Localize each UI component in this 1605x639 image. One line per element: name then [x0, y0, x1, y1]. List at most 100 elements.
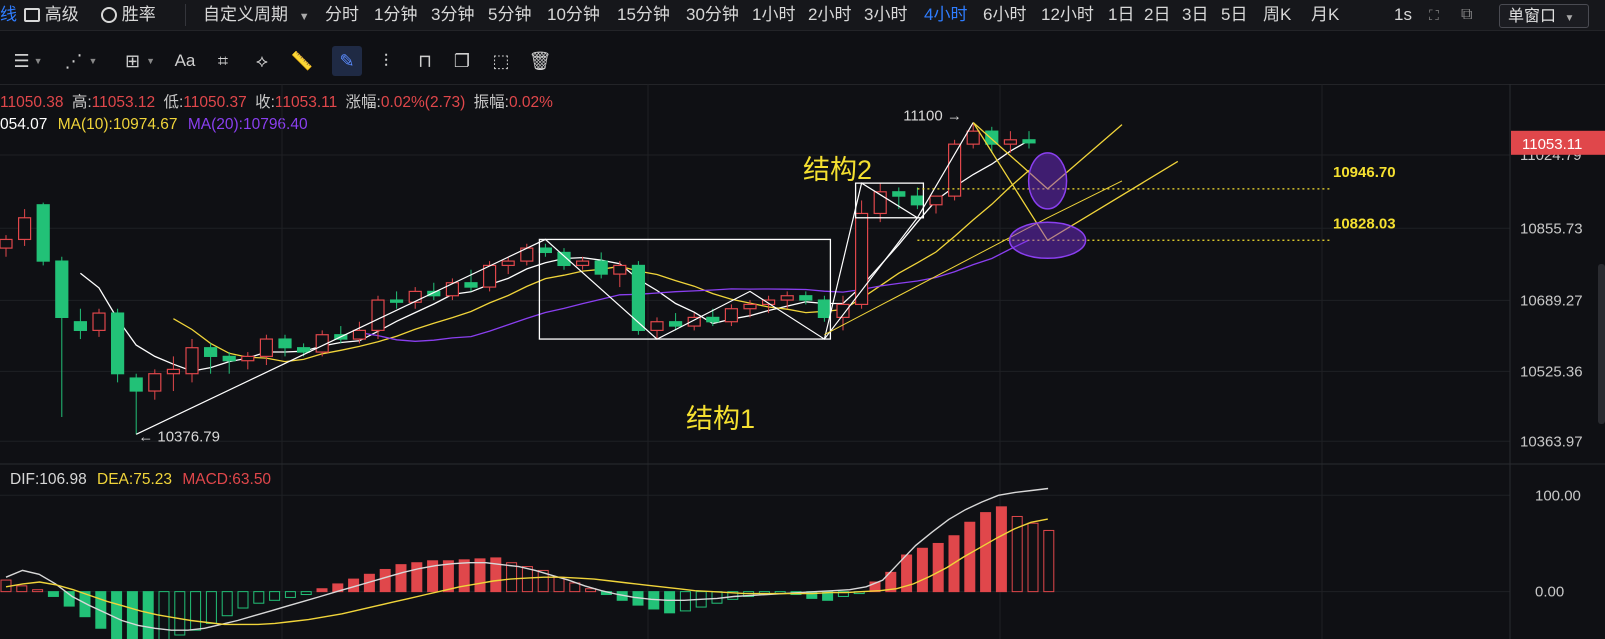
trash-icon[interactable]: 🗑 — [525, 46, 555, 76]
macd-bar — [32, 589, 44, 593]
macd-bar — [205, 591, 217, 624]
custom-period-dropdown[interactable]: 自定义周期 ▼ — [203, 0, 310, 30]
candle-body — [613, 264, 627, 275]
popout-icon[interactable]: ⧉ — [1461, 0, 1472, 30]
macd-bar — [980, 512, 992, 593]
price-tick-1: 10855.73 — [1520, 220, 1583, 237]
current-price-text: 11053.11 — [1522, 136, 1582, 153]
macd-bar — [916, 547, 928, 593]
macd-bar — [221, 591, 233, 617]
macd-bar — [964, 521, 976, 593]
line-mode-tab[interactable]: 线 — [0, 0, 17, 30]
period-tab-1[interactable]: 1分钟 — [374, 0, 417, 30]
trendline-tool-icon[interactable]: ⋰ ▼ — [58, 46, 104, 76]
copy-icon[interactable]: ❐ — [447, 46, 477, 76]
candle-body — [408, 290, 422, 303]
window-mode-label: 单窗口 — [1508, 8, 1557, 25]
price-tick-4: 10363.97 — [1520, 433, 1583, 450]
price-chart[interactable]: 10946.7010828.03结构1结构2← 10376.7911100 → … — [0, 84, 1605, 639]
candle-body — [594, 260, 608, 275]
candlesticks — [0, 122, 1036, 435]
ruler-tool-icon[interactable]: 📏 — [287, 46, 317, 76]
period-tab-8[interactable]: 2小时 — [808, 0, 851, 30]
candle-body — [259, 338, 273, 357]
period-tab-7[interactable]: 1小时 — [752, 0, 795, 30]
macd-bar — [379, 568, 391, 593]
pattern-tool-icon[interactable]: ⌗ — [208, 46, 238, 76]
macd-bar — [174, 591, 186, 636]
period-tab-4[interactable]: 10分钟 — [547, 0, 600, 30]
low-price-marker: ← 10376.79 — [138, 429, 220, 446]
advanced-button[interactable]: 高级 — [24, 0, 79, 30]
macd-bar — [253, 591, 265, 604]
price-tick-2: 10689.27 — [1520, 292, 1583, 309]
period-tab-18[interactable]: 月K — [1311, 0, 1339, 30]
period-tab-5[interactable]: 15分钟 — [617, 0, 670, 30]
candle-body — [445, 282, 459, 297]
target-ellipse-1 — [1027, 152, 1068, 210]
text-tool-icon[interactable]: Aa — [170, 46, 200, 76]
period-tab-9[interactable]: 3小时 — [864, 0, 907, 30]
window-mode-select[interactable]: 单窗口 ▼ — [1499, 4, 1589, 28]
candle-body — [0, 238, 13, 249]
structure1-label: 结构1 — [686, 404, 755, 434]
period-tab-3[interactable]: 5分钟 — [488, 0, 531, 30]
user-drawings: 10946.70 10828.03 结构1 结构2 ← 10376.79 11100 → — [135, 107, 1396, 446]
macd-bar — [995, 506, 1007, 593]
indicator-settings-icon[interactable]: ☰ ▼ — [6, 46, 50, 76]
advanced-label: 高级 — [44, 5, 79, 24]
chevron-down-icon: ▼ — [1564, 13, 1575, 24]
layout-tool-icon[interactable]: ⊞ ▼ — [118, 46, 162, 76]
candle-body — [371, 299, 385, 331]
candle-style-icon[interactable]: ⫶ — [371, 46, 401, 76]
period-tab-14[interactable]: 2日 — [1144, 0, 1170, 30]
candle-body — [352, 329, 366, 340]
candle-body — [1003, 139, 1018, 145]
period-tab-11[interactable]: 6小时 — [983, 0, 1026, 30]
period-tab-2[interactable]: 3分钟 — [431, 0, 474, 30]
macd-bar — [284, 591, 296, 598]
period-tab-16[interactable]: 5日 — [1221, 0, 1247, 30]
candle-body — [390, 299, 404, 303]
candle-body — [18, 217, 32, 241]
macd-bar — [679, 591, 691, 612]
period-tab-10[interactable]: 4小时 — [924, 0, 967, 30]
candle-body — [724, 308, 739, 323]
candle-body — [297, 347, 311, 353]
win-rate-button[interactable]: 胜率 — [101, 0, 156, 30]
shape-tool-icon[interactable]: ⟡ — [247, 46, 277, 76]
period-tab-17[interactable]: 周K — [1263, 0, 1291, 30]
target-ellipse-2 — [1008, 221, 1087, 260]
brush-tool-icon[interactable]: ✎ — [332, 46, 362, 76]
period-tab-15[interactable]: 3日 — [1182, 0, 1208, 30]
screenshot-icon[interactable]: ⬚ — [486, 46, 516, 76]
candle-body — [483, 264, 497, 288]
advanced-icon — [24, 8, 40, 22]
period-tab-13[interactable]: 1日 — [1108, 0, 1134, 30]
macd-bar — [506, 562, 518, 593]
candle-body — [241, 355, 255, 362]
moving-average-lines — [79, 139, 1030, 372]
lock-icon[interactable]: ⊓ — [410, 46, 440, 76]
period-tab-12[interactable]: 12小时 — [1041, 0, 1094, 30]
macd-bar — [142, 591, 154, 639]
period-bar: 线 高级 胜率 自定义周期 ▼ 分时 1分钟 3分钟 5分钟 10分钟 15分钟 30分钟 1… — [0, 0, 1605, 31]
candle-body — [36, 204, 50, 262]
candle-body — [55, 260, 69, 318]
macd-bar — [47, 591, 59, 597]
candle-body — [538, 247, 553, 254]
scroll-handle[interactable] — [1598, 264, 1605, 424]
price-axis: 11024.7910855.7310689.2710525.3610363.97… — [1511, 130, 1605, 601]
refresh-rate[interactable]: 1s — [1394, 0, 1412, 30]
macd-bar — [395, 564, 407, 593]
candle-body — [631, 264, 646, 331]
fullscreen-icon[interactable]: ⛶ — [1429, 0, 1439, 30]
candle-body — [148, 373, 162, 392]
candle-body — [278, 338, 292, 349]
macd-bar — [1043, 529, 1055, 593]
level-label-1: 10828.03 — [1333, 215, 1396, 232]
period-tab-0[interactable]: 分时 — [325, 0, 359, 30]
candle-body — [1022, 139, 1036, 144]
period-tab-6[interactable]: 30分钟 — [686, 0, 739, 30]
candle-body — [929, 195, 943, 206]
